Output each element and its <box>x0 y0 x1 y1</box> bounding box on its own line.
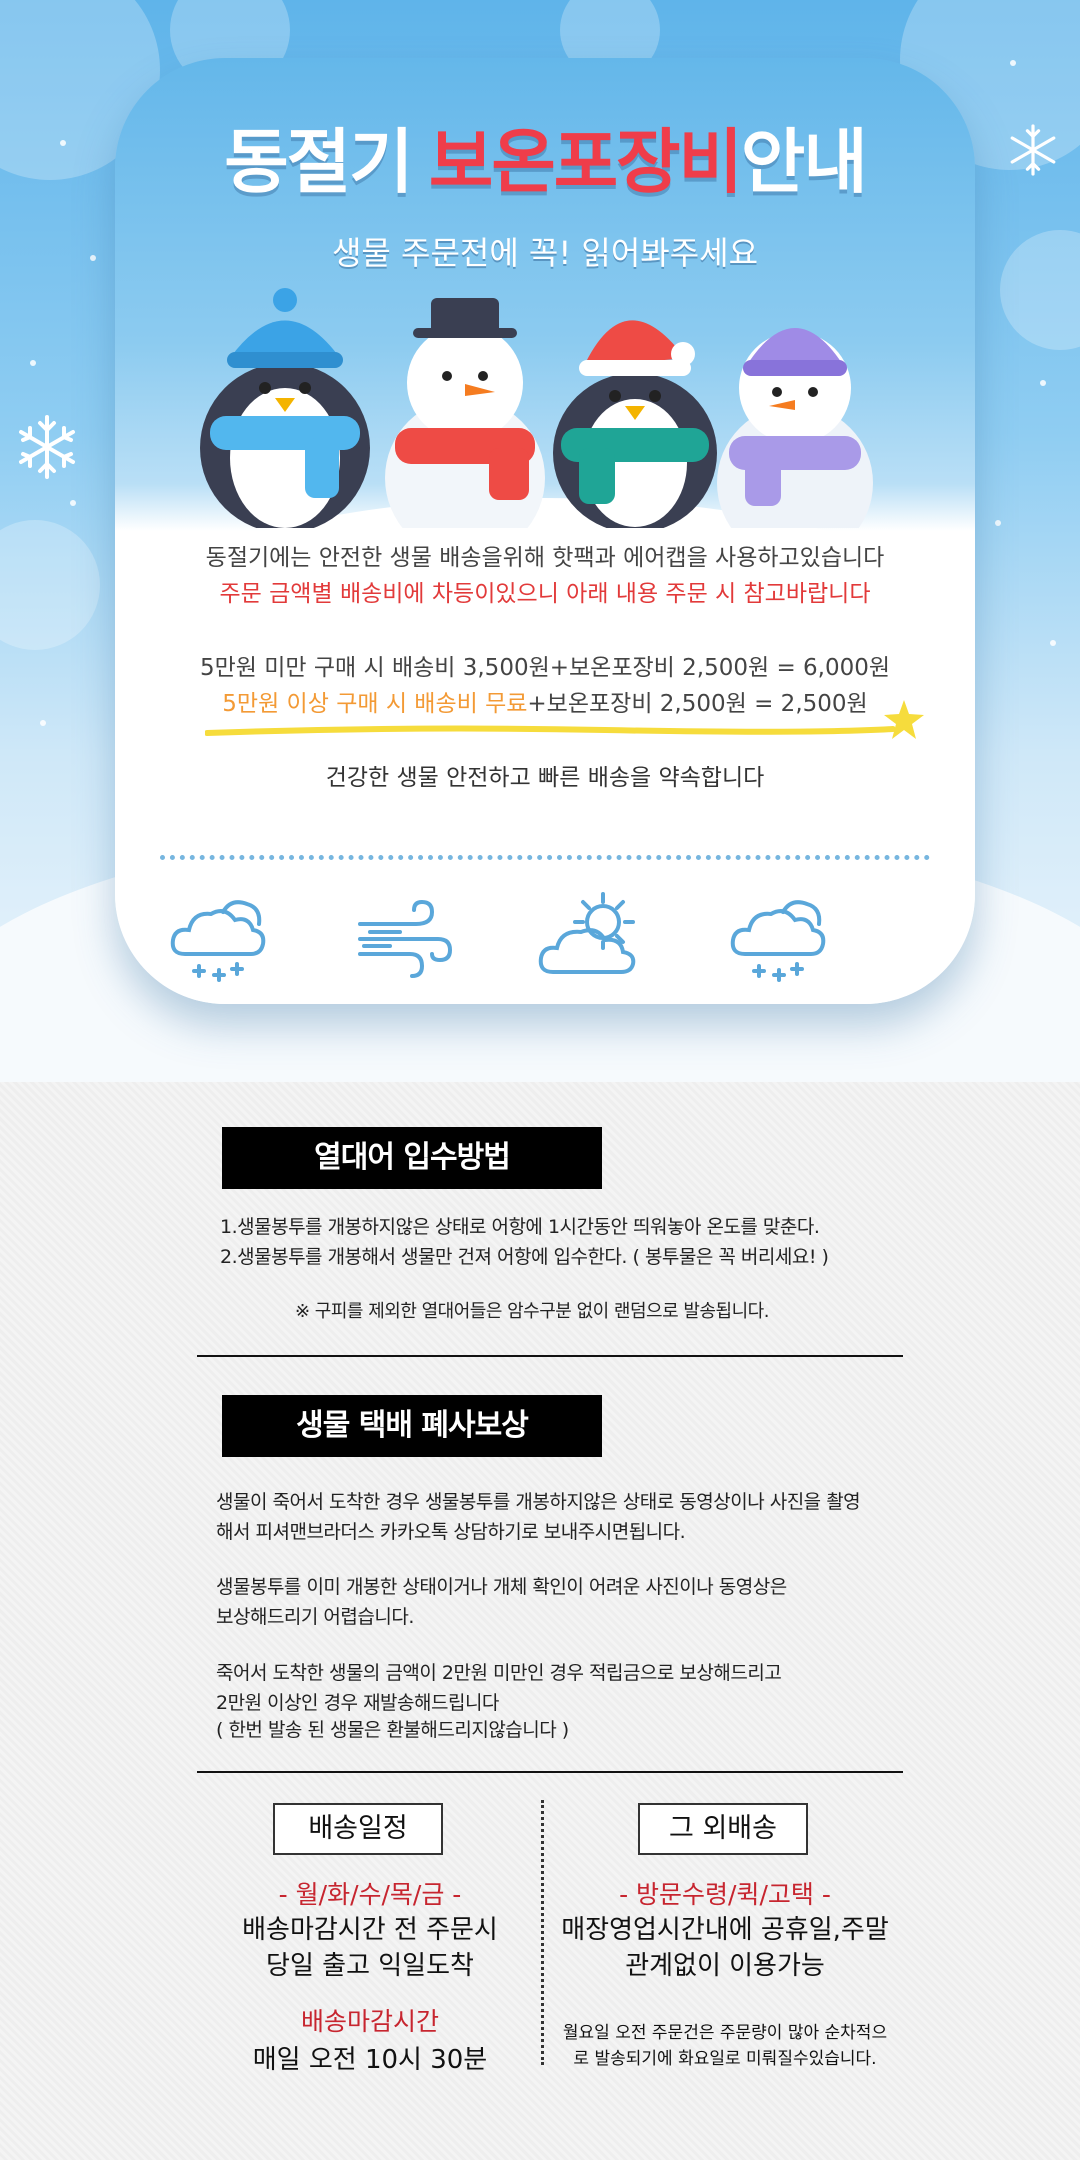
snow-dot <box>40 720 46 726</box>
wind-icon <box>358 899 453 978</box>
snow-dot <box>30 360 36 366</box>
snow-dot <box>70 500 76 506</box>
winter-banner: 동절기 보온포장비안내 생물 주문전에 꼭! 읽어봐주세요 동절기에는 안전한 … <box>0 0 1080 1082</box>
column-divider <box>541 1800 544 2065</box>
snowflake-icon <box>19 415 75 479</box>
price-line-free: 5만원 이상 구매 시 배송비 무료+보온포장비 2,500원 = 2,500원 <box>115 684 975 718</box>
snow-dot <box>1040 380 1046 386</box>
monday-note: 로 발송되기에 화요일로 미뤄질수있습니다. <box>573 2049 877 2069</box>
bokeh-circle <box>1000 230 1080 350</box>
page-subtitle: 생물 주문전에 꼭! 읽어봐주세요 <box>331 234 759 272</box>
snow-dot <box>60 140 66 146</box>
winter-characters-illustration <box>200 288 873 528</box>
delivery-types: - 방문수령/퀵/고택 - <box>619 1880 831 1909</box>
compensation-text: ( 한번 발송 된 생물은 환불해드리지않습니다 ) <box>216 1719 569 1741</box>
notice-line-red: 주문 금액별 배송비에 차등이있으니 아래 내용 주문 시 참고바랍니다 <box>219 581 871 607</box>
divider-line <box>197 1355 903 1357</box>
shipping-days: - 월/화/수/목/금 - <box>278 1880 462 1909</box>
compensation-text: 생물봉투를 이미 개봉한 상태이거나 개체 확인이 어려운 사진이나 동영상은 <box>216 1576 787 1598</box>
page-title: 동절기 보온포장비안내 <box>115 106 975 207</box>
cutoff-time: 매일 오전 10시 30분 <box>252 2045 488 2075</box>
title-part: 안내 <box>740 123 868 201</box>
notice-line: 동절기에는 안전한 생물 배송을위해 핫팩과 에어캡을 사용하고있습니다 <box>205 545 885 571</box>
acclimation-note: ※ 구피를 제외한 열대어들은 암수구분 없이 랜덤으로 발송됩니다. <box>295 1301 769 1322</box>
divider-line <box>197 1771 903 1773</box>
notice-card: 동절기 보온포장비안내 생물 주문전에 꼭! 읽어봐주세요 동절기에는 안전한 … <box>115 58 975 1004</box>
penguin-red-hat <box>553 320 717 528</box>
snowflake-icon <box>1010 124 1056 176</box>
title-part: 동절기 <box>224 123 429 201</box>
monday-note: 월요일 오전 주문건은 주문량이 많아 순차적으 <box>562 2023 888 2043</box>
star-icon <box>884 700 924 739</box>
section-title-acclimation: 열대어 입수방법 <box>222 1127 602 1189</box>
highlight-underline <box>205 725 895 736</box>
acclimation-step-1: 1.생물봉투를 개봉하지않은 상태로 어항에 1시간동안 띄워놓아 온도를 맞춘… <box>220 1216 820 1238</box>
shipping-schedule-label: 배송일정 <box>273 1803 443 1855</box>
snow-cloud-icon <box>730 900 826 982</box>
free-shipping-highlight: 5만원 이상 구매 시 배송비 무료 <box>222 691 528 717</box>
compensation-text: 해서 피셔맨브라더스 카카오톡 상담하기로 보내주시면됩니다. <box>216 1521 686 1543</box>
section-title-compensation: 생물 택배 폐사보상 <box>222 1395 602 1457</box>
snow-dot <box>1010 60 1016 66</box>
snow-dot <box>1050 640 1056 646</box>
penguin-blue-hat <box>200 288 370 528</box>
snow-dot <box>995 520 1001 526</box>
dotted-divider <box>160 855 930 860</box>
snow-dot <box>90 255 96 261</box>
title-highlight: 보온포장비 <box>428 123 743 201</box>
cutoff-label: 배송마감시간 <box>300 2007 439 2036</box>
snowman-purple-hat <box>717 328 873 528</box>
snowman-red-scarf <box>385 298 545 528</box>
price-rest: +보온포장비 2,500원 = 2,500원 <box>527 691 868 717</box>
other-delivery-label: 그 외배송 <box>638 1803 808 1855</box>
shipping-desc: 배송마감시간 전 주문시 <box>242 1915 498 1945</box>
price-line: 5만원 미만 구매 시 배송비 3,500원+보온포장비 2,500원 = 6,… <box>199 655 891 681</box>
compensation-text: 생물이 죽어서 도착한 경우 생물봉투를 개봉하지않은 상태로 동영상이나 사진… <box>216 1491 861 1513</box>
sun-cloud-icon <box>538 892 636 974</box>
compensation-text: 죽어서 도착한 생물의 금액이 2만원 미만인 경우 적립금으로 보상해드리고 <box>216 1662 782 1684</box>
delivery-desc: 매장영업시간내에 공휴일,주말 <box>561 1915 889 1945</box>
delivery-desc: 관계없이 이용가능 <box>625 1951 825 1981</box>
acclimation-step-2: 2.생물봉투를 개봉해서 생물만 건져 어항에 입수한다. ( 봉투물은 꼭 버… <box>220 1246 829 1268</box>
compensation-text: 보상해드리기 어렵습니다. <box>216 1606 414 1628</box>
bokeh-circle <box>0 520 100 650</box>
shipping-desc: 당일 출고 익일도착 <box>266 1951 474 1981</box>
promise-line: 건강한 생물 안전하고 빠른 배송을 약속합니다 <box>325 765 765 791</box>
snow-cloud-icon <box>170 900 266 982</box>
